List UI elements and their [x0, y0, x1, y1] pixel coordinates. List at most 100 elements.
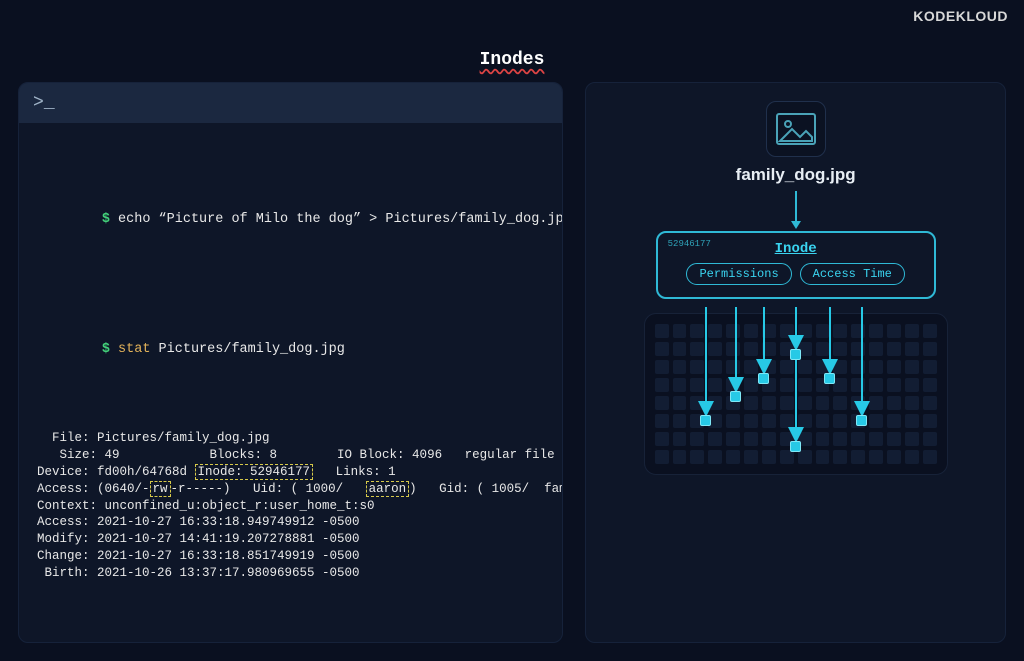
disk-cell: [690, 450, 704, 464]
disk-cell: [833, 342, 847, 356]
disk-cell: [923, 414, 937, 428]
data-block: [790, 349, 801, 360]
disk-cell: [726, 378, 740, 392]
permissions-chip: Permissions: [686, 263, 791, 285]
disk-cell: [744, 432, 758, 446]
disk-cell: [833, 360, 847, 374]
inode-chips: Permissions Access Time: [668, 263, 924, 285]
disk-cell: [762, 432, 776, 446]
disk-cell: [923, 342, 937, 356]
disk-cell: [851, 378, 865, 392]
disk-cell: [869, 360, 883, 374]
disk-cell: [655, 396, 669, 410]
stat-keyword: stat: [118, 342, 150, 357]
stat-line: Links: 1: [313, 465, 396, 479]
command-echo: $ echo “Picture of Milo the dog” > Pictu…: [37, 189, 544, 252]
disk-cell: [744, 378, 758, 392]
disk-cell: [708, 378, 722, 392]
disk-cell: [905, 450, 919, 464]
disk-cell: [833, 432, 847, 446]
disk-cell: [673, 432, 687, 446]
disk-cell: [816, 360, 830, 374]
disk-cell: [655, 432, 669, 446]
disk-cell: [744, 414, 758, 428]
disk-cell: [816, 396, 830, 410]
diagram-panel: family_dog.jpg 52946177 Inode Permission…: [585, 82, 1006, 643]
disk-cell: [655, 450, 669, 464]
inode-number: 52946177: [668, 239, 711, 249]
terminal-panel: > $ echo “Picture of Milo the dog” > Pic…: [18, 82, 563, 643]
disk-cell: [744, 342, 758, 356]
disk-cell: [923, 324, 937, 338]
stat-line: Modify: 2021-10-27 14:41:19.207278881 -0…: [37, 532, 360, 546]
picture-icon: [776, 112, 816, 146]
disk-cell: [816, 342, 830, 356]
disk-cell: [869, 432, 883, 446]
disk-cell: [905, 432, 919, 446]
disk-cell: [726, 342, 740, 356]
disk-cell: [869, 342, 883, 356]
cursor-icon: [44, 93, 55, 113]
disk-cell: [744, 396, 758, 410]
disk-cell: [780, 414, 794, 428]
disk-cell: [869, 450, 883, 464]
disk-cell: [798, 360, 812, 374]
disk-cell: [833, 450, 847, 464]
stat-line: Size: 49 Blocks: 8 IO Block: 4096 regula…: [37, 448, 555, 462]
disk-cell: [869, 396, 883, 410]
disk-cell: [673, 414, 687, 428]
disk-cell: [726, 414, 740, 428]
disk-cell: [923, 378, 937, 392]
disk-cell: [869, 378, 883, 392]
disk-cell: [798, 414, 812, 428]
disk-cell: [816, 432, 830, 446]
disk-cell: [708, 360, 722, 374]
disk-cell: [869, 414, 883, 428]
disk-cell: [798, 396, 812, 410]
disk-cell: [780, 450, 794, 464]
disk-cell: [762, 414, 776, 428]
image-file-icon: [766, 101, 826, 157]
data-block: [730, 391, 741, 402]
terminal-prompt-bar[interactable]: >: [19, 83, 562, 123]
disk-cell: [673, 378, 687, 392]
disk-cell: [690, 360, 704, 374]
disk-cell: [744, 324, 758, 338]
disk-cell: [690, 324, 704, 338]
disk-cell: [798, 324, 812, 338]
disk-cell: [887, 432, 901, 446]
disk-cell: [816, 324, 830, 338]
disk-cell: [708, 432, 722, 446]
stat-line: Device: fd00h/64768d: [37, 465, 195, 479]
disk-cell: [905, 396, 919, 410]
disk-cell: [690, 396, 704, 410]
prompt-dollar: $: [102, 212, 110, 227]
disk-cell: [708, 450, 722, 464]
arrow-down-icon: [786, 189, 806, 231]
disk-cell: [762, 450, 776, 464]
stat-line: Birth: 2021-10-26 13:37:17.980969655 -05…: [37, 566, 360, 580]
data-block: [790, 441, 801, 452]
disk-cell: [851, 450, 865, 464]
disk-cell: [673, 324, 687, 338]
rw-highlight: rw: [150, 481, 171, 497]
disk-cell: [905, 378, 919, 392]
stat-arg: Pictures/family_dog.jpg: [150, 342, 344, 357]
disk-cell: [851, 324, 865, 338]
disk-cell: [851, 432, 865, 446]
disk-cell: [798, 450, 812, 464]
inode-highlight: Inode: 52946177: [195, 464, 314, 480]
disk-cell: [708, 396, 722, 410]
terminal-body: $ echo “Picture of Milo the dog” > Pictu…: [19, 123, 562, 642]
disk-cell: [851, 342, 865, 356]
disk-cell: [762, 324, 776, 338]
disk-cell: [887, 396, 901, 410]
access-time-chip: Access Time: [800, 263, 905, 285]
disk-cell: [762, 342, 776, 356]
disk-cell: [655, 342, 669, 356]
stat-line: Access: 2021-10-27 16:33:18.949749912 -0…: [37, 515, 360, 529]
disk-cell: [673, 396, 687, 410]
command-stat: $ stat Pictures/family_dog.jpg: [37, 319, 544, 382]
disk-cell: [923, 432, 937, 446]
page-title: Inodes: [0, 0, 1024, 82]
